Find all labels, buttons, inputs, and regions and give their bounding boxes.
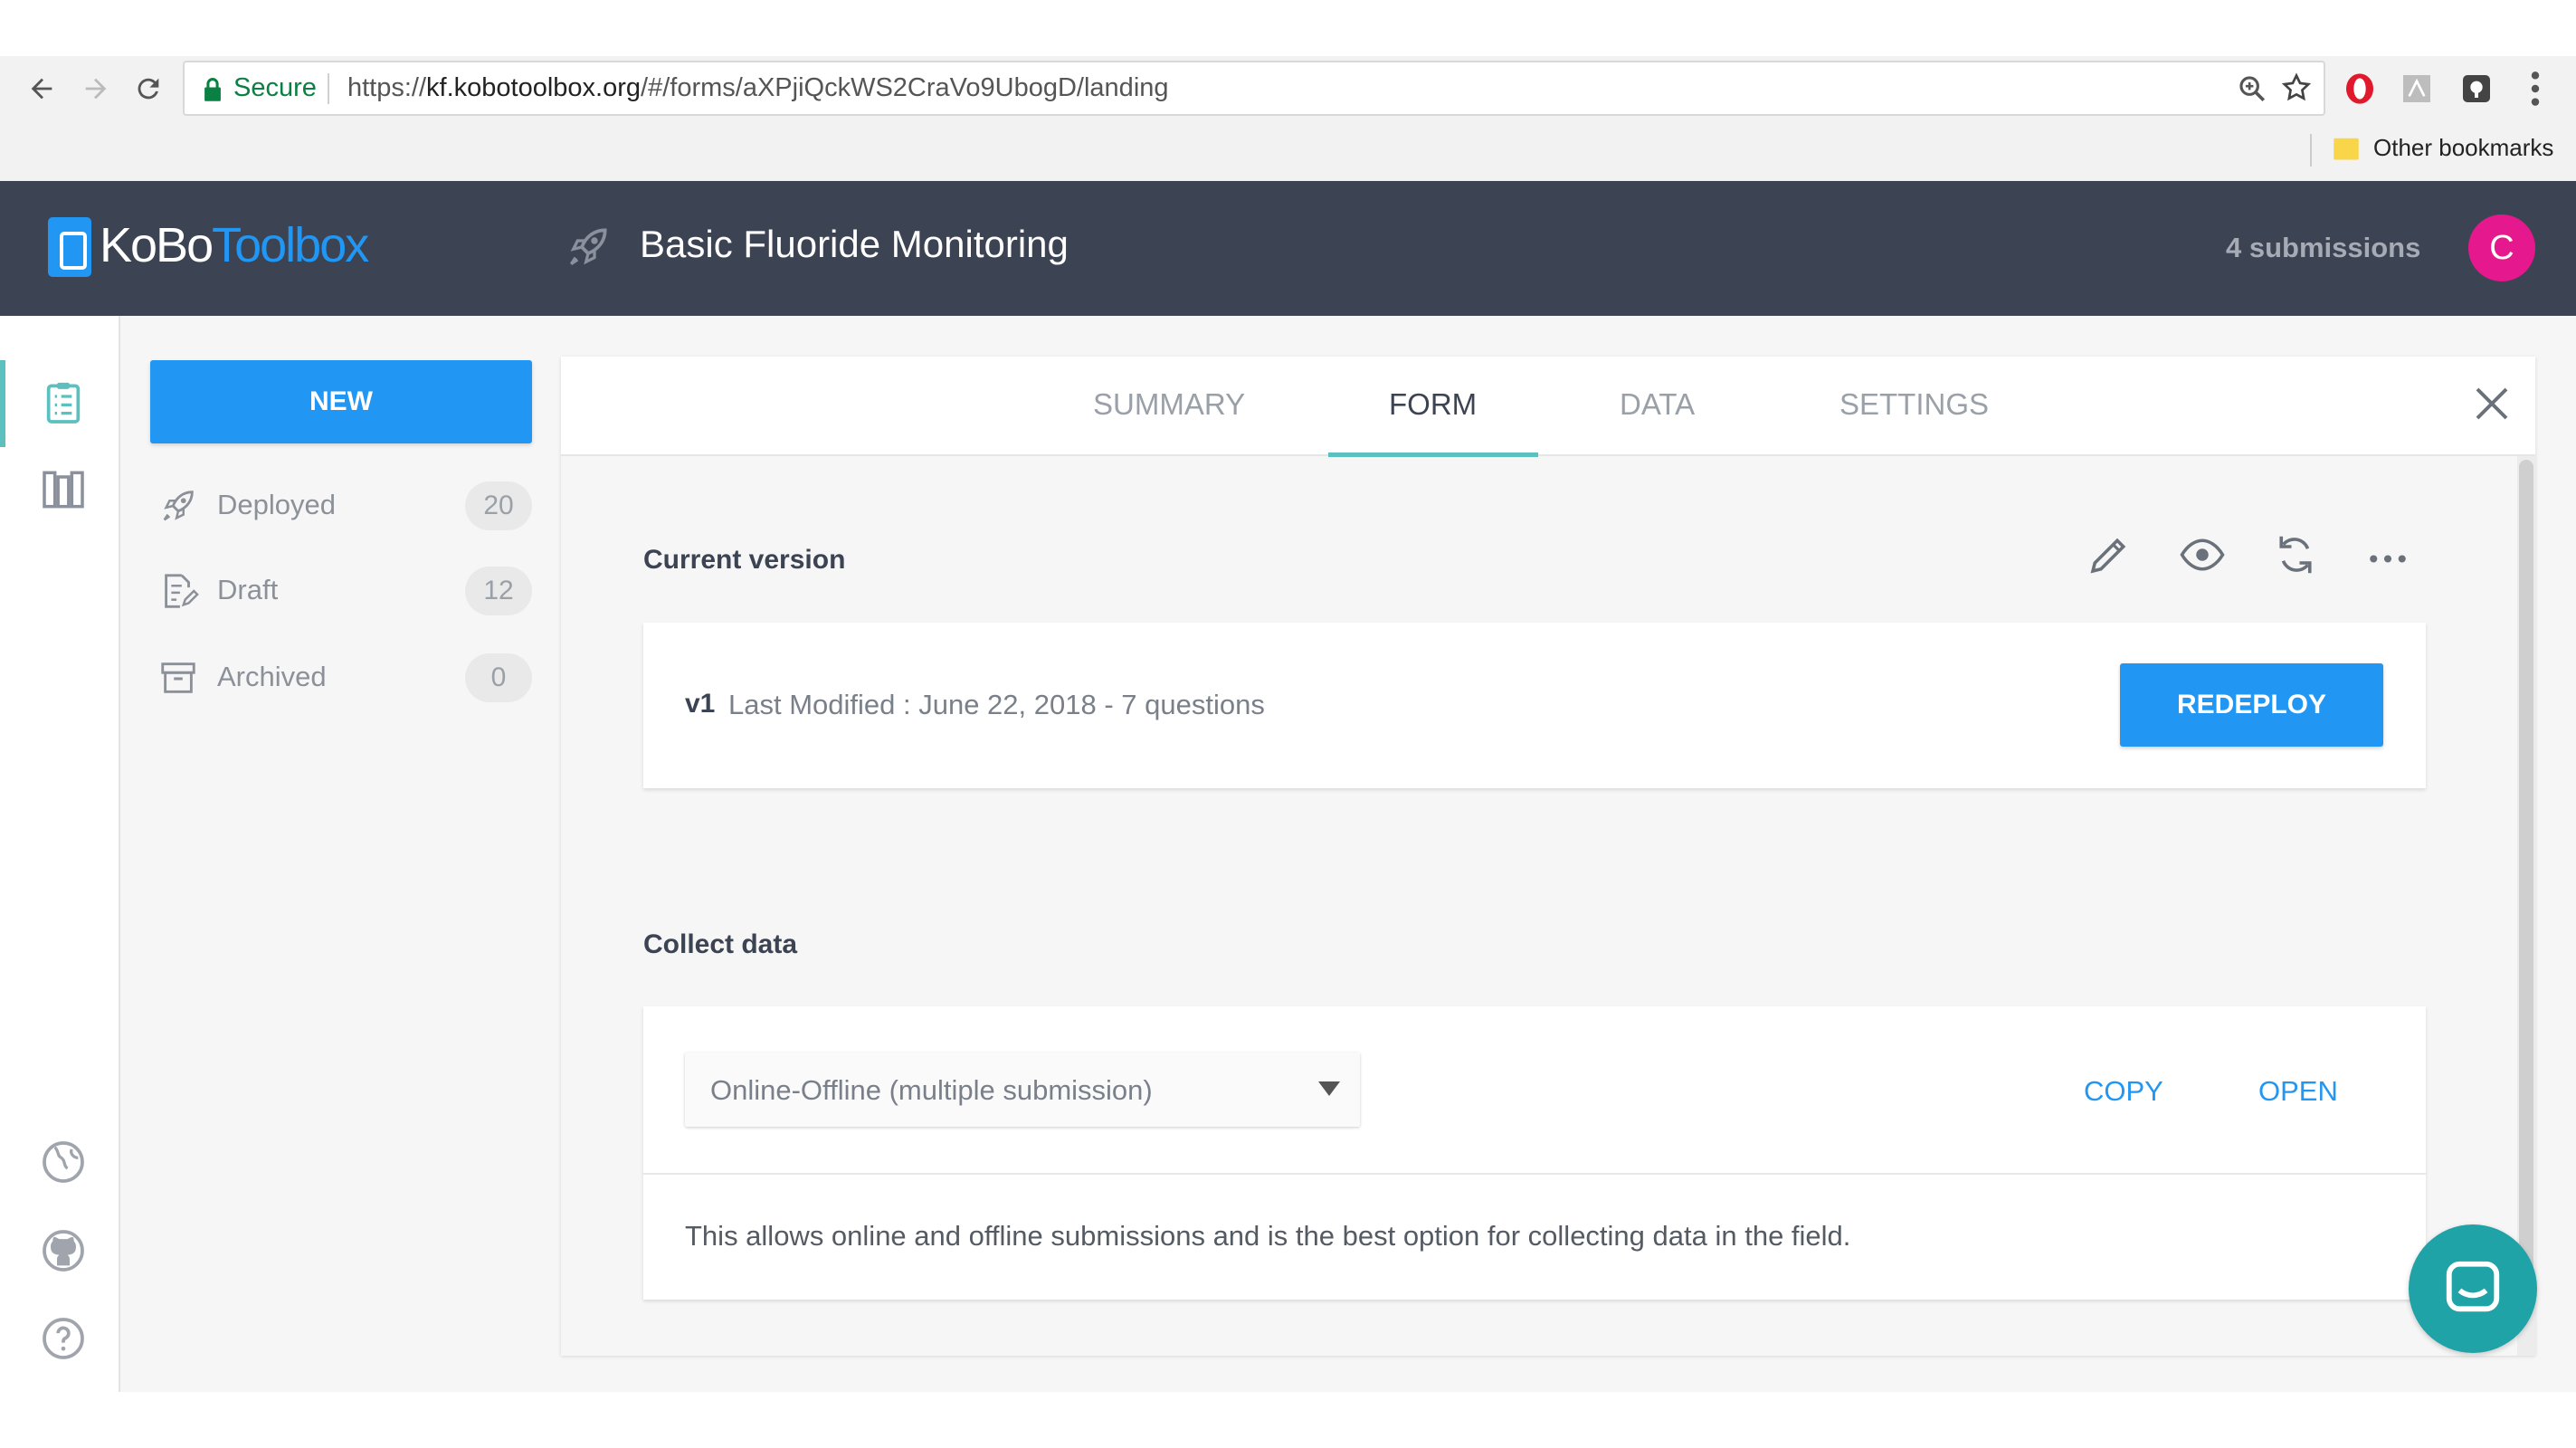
sidebar-item-label: Deployed	[217, 489, 336, 520]
lastpass-extension-icon[interactable]	[2458, 71, 2495, 107]
sidebar-item-draft[interactable]: Draft 12	[150, 561, 532, 619]
open-link-button[interactable]: OPEN	[2258, 1075, 2338, 1108]
chat-launcher-button[interactable]	[2409, 1224, 2537, 1353]
reload-icon	[138, 78, 159, 100]
sidebar-item-label: Archived	[217, 661, 327, 692]
rocket-icon	[163, 491, 194, 521]
url-prefix: https://	[347, 73, 427, 102]
sidebar-item-count: 0	[465, 653, 532, 702]
lock-icon	[204, 78, 221, 101]
url-text[interactable]: https://kf.kobotoolbox.org/#/forms/aXPji…	[347, 73, 1169, 103]
scrollbar-thumb[interactable]	[2519, 460, 2533, 1292]
kobo-logo[interactable]: KoBoToolbox	[100, 217, 369, 273]
pencil-icon[interactable]	[2085, 530, 2134, 579]
user-avatar[interactable]: C	[2468, 214, 2535, 281]
collect-method-select[interactable]: Online-Offline (multiple submission)	[685, 1053, 1360, 1127]
copy-link-button[interactable]: COPY	[2084, 1075, 2163, 1108]
collect-data-title: Collect data	[643, 929, 798, 959]
tab-settings[interactable]: SETTINGS	[1839, 387, 1989, 422]
forms-icon[interactable]	[38, 377, 89, 428]
active-tab-indicator	[1328, 452, 1538, 457]
sidebar-item-count: 20	[465, 481, 532, 530]
forward-arrow-icon	[85, 78, 107, 100]
library-icon[interactable]	[38, 464, 89, 515]
back-arrow-icon	[31, 78, 52, 100]
address-separator	[328, 73, 329, 104]
sidebar-item-archived[interactable]: Archived 0	[150, 648, 532, 706]
draft-icon	[165, 574, 199, 608]
bookmark-separator	[2310, 134, 2312, 167]
rail-active-indicator	[0, 360, 5, 447]
refresh-icon[interactable]	[2271, 530, 2320, 579]
deployed-rocket-icon	[569, 228, 607, 266]
sidebar-item-count: 12	[465, 567, 532, 615]
sidebar-item-deployed[interactable]: Deployed 20	[150, 476, 532, 534]
sidebar-item-label: Draft	[217, 574, 279, 605]
collect-method-value: Online-Offline (multiple submission)	[710, 1074, 1153, 1106]
language-globe-icon[interactable]	[38, 1137, 89, 1187]
tab-summary[interactable]: SUMMARY	[1093, 387, 1245, 422]
tab-bar	[561, 357, 2535, 456]
collect-divider	[643, 1173, 2426, 1175]
project-title: Basic Fluoride Monitoring	[640, 223, 1069, 265]
archive-icon	[161, 662, 195, 693]
secure-label: Secure	[233, 73, 317, 102]
screen: Secure https://kf.kobotoolbox.org/#/form…	[0, 0, 2576, 1448]
url-path: /#/forms/aXPjiQckWS2CraVo9UbogD/landing	[641, 73, 1169, 102]
bookmark-star-icon[interactable]	[2280, 71, 2313, 104]
kobo-logo-icon[interactable]	[48, 217, 91, 277]
version-info: Last Modified : June 22, 2018 - 7 questi…	[728, 689, 1265, 720]
github-icon[interactable]	[38, 1225, 89, 1276]
folder-icon	[2334, 138, 2359, 160]
back-button[interactable]	[20, 67, 63, 110]
reload-button[interactable]	[127, 67, 170, 110]
help-icon[interactable]	[38, 1313, 89, 1364]
chevron-down-icon	[1318, 1081, 1340, 1096]
submissions-count: 4 submissions	[2226, 232, 2421, 263]
pdf-extension-icon[interactable]	[2399, 71, 2435, 107]
chat-icon	[2446, 1261, 2500, 1312]
collect-method-description: This allows online and offline submissio…	[685, 1220, 1851, 1252]
more-icon[interactable]	[2363, 530, 2412, 579]
collect-data-card	[643, 1006, 2426, 1300]
redeploy-button[interactable]: REDEPLOY	[2120, 663, 2383, 747]
zoom-icon[interactable]	[2237, 73, 2267, 104]
address-bar[interactable]: Secure https://kf.kobotoolbox.org/#/form…	[183, 61, 2325, 116]
other-bookmarks-label[interactable]: Other bookmarks	[2373, 134, 2553, 162]
eye-icon[interactable]	[2178, 530, 2227, 579]
opera-extension-icon[interactable]	[2342, 71, 2378, 107]
close-icon[interactable]	[2470, 382, 2514, 425]
tab-form[interactable]: FORM	[1389, 387, 1477, 422]
tab-data[interactable]: DATA	[1620, 387, 1695, 422]
url-host: kf.kobotoolbox.org	[426, 73, 642, 102]
current-version-title: Current version	[643, 545, 846, 575]
new-project-button[interactable]: NEW	[150, 360, 532, 443]
version-tag: v1	[685, 689, 716, 719]
forward-button[interactable]	[74, 67, 118, 110]
browser-menu-icon[interactable]	[2524, 69, 2546, 109]
app-header	[0, 181, 2576, 316]
logo-kobo-text: KoBo	[100, 218, 214, 272]
logo-toolbox-text: Toolbox	[212, 218, 369, 272]
